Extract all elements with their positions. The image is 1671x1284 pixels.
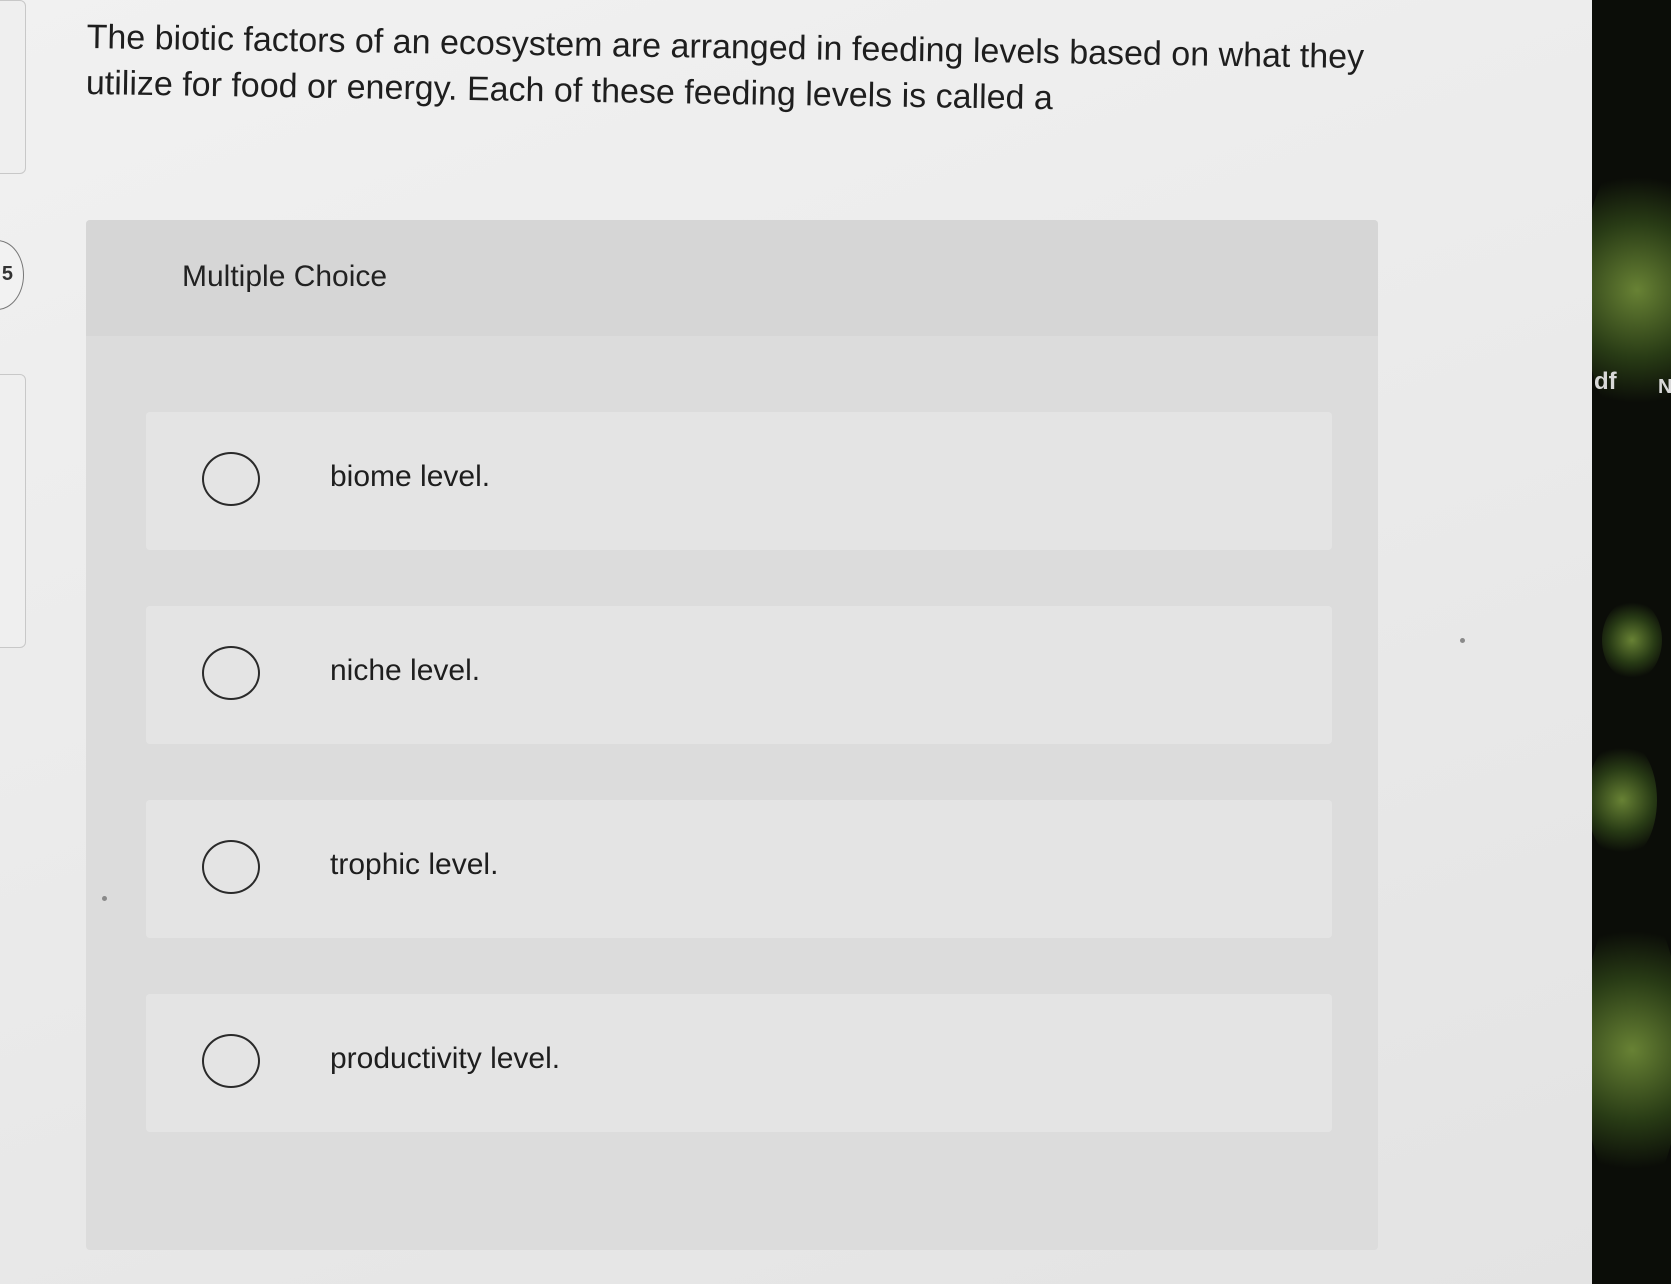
screen-speck (102, 896, 107, 901)
choice-option-2[interactable]: niche level. (146, 606, 1332, 744)
foliage (1592, 900, 1671, 1200)
question-text: The biotic factors of an ecosystem are a… (85, 17, 1365, 118)
left-edge-nav-button[interactable]: 5 (0, 240, 24, 310)
left-edge-panel-middle[interactable] (0, 374, 26, 648)
multiple-choice-header: Multiple Choice (86, 220, 1378, 336)
screen: 5 The biotic factors of an ecosystem are… (0, 0, 1592, 1284)
left-edge-nav-label: 5 (1, 263, 13, 285)
radio-button-icon[interactable] (202, 840, 260, 894)
radio-button-icon[interactable] (202, 1034, 260, 1088)
radio-button-icon[interactable] (202, 452, 260, 506)
choice-option-3[interactable]: trophic level. (146, 800, 1332, 938)
multiple-choice-label: Multiple Choice (182, 260, 388, 293)
choice-label: niche level. (330, 654, 481, 687)
foliage (1592, 740, 1657, 860)
multiple-choice-panel: Multiple Choice biome level. niche level… (86, 220, 1378, 1250)
foliage (1602, 600, 1662, 680)
choice-label: productivity level. (330, 1042, 561, 1075)
screen-speck (1460, 638, 1465, 643)
radio-button-icon[interactable] (202, 646, 260, 700)
left-edge-panel-top (0, 0, 26, 174)
outside-text-2: N (1658, 376, 1671, 398)
outside-text-1: df (1594, 368, 1617, 395)
choice-option-1[interactable]: biome level. (146, 412, 1332, 550)
background-outside-screen: df N (1592, 0, 1671, 1284)
choice-label: trophic level. (330, 848, 499, 881)
choice-label: biome level. (330, 460, 491, 493)
choice-option-4[interactable]: productivity level. (146, 994, 1332, 1132)
